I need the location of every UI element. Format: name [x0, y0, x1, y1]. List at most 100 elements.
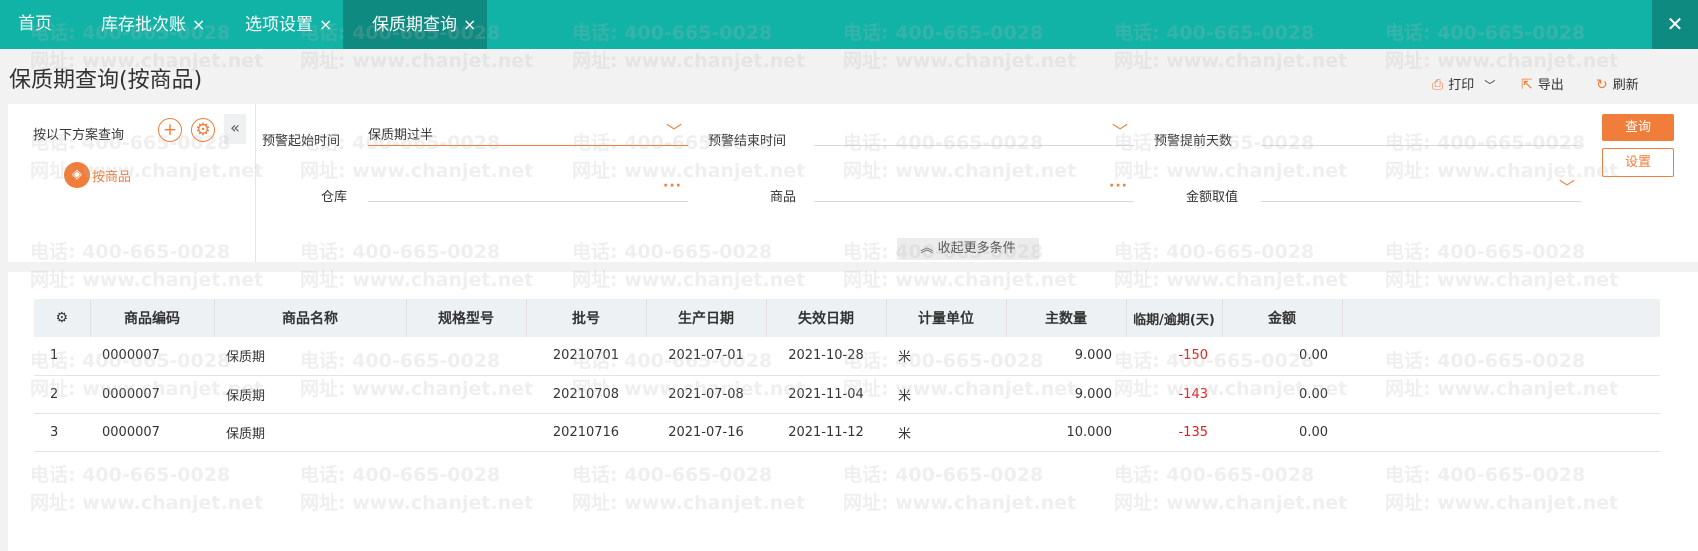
- watermark-site: 网址: www.chanjet.net: [1114, 50, 1348, 72]
- refresh-button[interactable]: ↻ 刷新: [1596, 74, 1639, 93]
- column-header[interactable]: 商品名称: [214, 299, 407, 337]
- cell-mfg-date: 2021-07-16: [646, 413, 766, 452]
- cell-batch: 20210708: [526, 375, 646, 414]
- cell-qty: 9.000: [1006, 375, 1126, 414]
- more-options-icon[interactable]: ···: [663, 178, 682, 194]
- result-table-area: ⚙ 商品编码 商品名称 规格型号 批号 生产日期 失效日期 计量单位 主数量 临…: [8, 272, 1698, 551]
- scheme-settings-icon[interactable]: ⚙: [191, 118, 215, 142]
- column-header[interactable]: 金额: [1222, 299, 1343, 337]
- column-settings-icon[interactable]: ⚙: [34, 299, 91, 337]
- alert-end-label: 预警结束时间: [708, 134, 787, 149]
- watermark-site: 网址: www.chanjet.net: [572, 50, 806, 72]
- cube-icon: ◈: [64, 162, 90, 188]
- cell-unit: 米: [886, 375, 1006, 414]
- cell-days: -150: [1126, 337, 1222, 376]
- tab-label: 首页: [18, 14, 52, 34]
- cell-name: 保质期: [214, 413, 406, 452]
- amount-select[interactable]: ﹀: [1261, 174, 1581, 202]
- chevron-down-icon[interactable]: ﹀: [1484, 79, 1495, 92]
- cell-amount: 0.00: [1222, 337, 1342, 376]
- alert-days-label: 预警提前天数: [1154, 134, 1233, 149]
- collapse-more-label: 收起更多条件: [937, 241, 1016, 256]
- chevron-down-icon: ﹀: [1558, 178, 1575, 197]
- alert-days-input[interactable]: [1261, 118, 1581, 146]
- amount-label: 金额取值: [1186, 190, 1239, 205]
- cell-code: 0000007: [90, 337, 214, 376]
- query-panel: 按以下方案查询 + ⚙ « ◈ 按商品 预警起始时间 保质期过半 ﹀ 预警结束时间…: [8, 104, 1698, 262]
- more-options-icon[interactable]: ···: [1109, 178, 1128, 194]
- scheme-item-label: 按商品: [92, 169, 132, 185]
- cell-code: 0000007: [90, 375, 214, 414]
- cell-empty: [1342, 337, 1660, 376]
- alert-start-select[interactable]: 保质期过半 ﹀: [368, 118, 688, 146]
- scheme-item-by-product[interactable]: ◈ 按商品: [64, 162, 131, 188]
- column-header[interactable]: 规格型号: [406, 299, 527, 337]
- cell-exp-date: 2021-10-28: [766, 337, 886, 376]
- cell-days: -135: [1126, 413, 1222, 452]
- cell-amount: 0.00: [1222, 413, 1342, 452]
- tab-home[interactable]: 首页: [18, 0, 52, 49]
- settings-button[interactable]: 设置: [1602, 148, 1674, 177]
- tab-label: 选项设置: [245, 15, 313, 35]
- column-header[interactable]: 计量单位: [886, 299, 1007, 337]
- cell-exp-date: 2021-11-04: [766, 375, 886, 414]
- printer-icon: ⎙: [1432, 77, 1444, 93]
- tab-bar: 首页 库存批次账 × 选项设置 × 保质期查询 × ✕: [0, 0, 1698, 49]
- column-header[interactable]: 临期/逾期(天): [1126, 299, 1223, 337]
- tab-option-settings[interactable]: 选项设置 ×: [245, 0, 332, 49]
- cell-mfg-date: 2021-07-08: [646, 375, 766, 414]
- refresh-label: 刷新: [1612, 78, 1639, 93]
- tab-label: 保质期查询: [372, 15, 457, 35]
- column-header[interactable]: 批号: [526, 299, 647, 337]
- watermark-site: 网址: www.chanjet.net: [300, 50, 534, 72]
- alert-start-label: 预警起始时间: [262, 134, 341, 149]
- column-header[interactable]: 失效日期: [766, 299, 887, 337]
- warehouse-field[interactable]: ···: [368, 174, 688, 202]
- table-row[interactable]: 2 0000007 保质期 20210708 2021-07-08 2021-1…: [34, 375, 1660, 414]
- window-close-icon[interactable]: ✕: [1652, 0, 1698, 49]
- tab-close-icon[interactable]: ×: [319, 15, 332, 34]
- row-index: 3: [34, 413, 90, 452]
- tab-inventory-batch-ledger[interactable]: 库存批次账 ×: [101, 0, 205, 49]
- tab-close-icon[interactable]: ×: [463, 15, 476, 34]
- result-table: ⚙ 商品编码 商品名称 规格型号 批号 生产日期 失效日期 计量单位 主数量 临…: [34, 299, 1660, 452]
- print-label: 打印: [1448, 78, 1475, 93]
- cell-qty: 10.000: [1006, 413, 1126, 452]
- add-scheme-icon[interactable]: +: [158, 118, 182, 142]
- panel-divider: [255, 104, 256, 262]
- column-header[interactable]: 商品编码: [90, 299, 215, 337]
- column-header[interactable]: 主数量: [1006, 299, 1127, 337]
- scheme-title: 按以下方案查询: [33, 128, 125, 143]
- cell-code: 0000007: [90, 413, 214, 452]
- column-header[interactable]: 生产日期: [646, 299, 767, 337]
- product-label: 商品: [770, 190, 797, 205]
- cell-unit: 米: [886, 337, 1006, 376]
- collapse-sidebar-icon[interactable]: «: [224, 114, 246, 144]
- export-button[interactable]: ⇱ 导出: [1521, 74, 1564, 93]
- watermark-site: 网址: www.chanjet.net: [1385, 50, 1619, 72]
- cell-exp-date: 2021-11-12: [766, 413, 886, 452]
- tab-close-icon[interactable]: ×: [192, 15, 205, 34]
- cell-spec: [406, 337, 526, 376]
- table-row[interactable]: 3 0000007 保质期 20210716 2021-07-16 2021-1…: [34, 413, 1660, 452]
- table-row[interactable]: 1 0000007 保质期 20210701 2021-07-01 2021-1…: [34, 337, 1660, 376]
- warehouse-label: 仓库: [321, 190, 348, 205]
- cell-batch: 20210716: [526, 413, 646, 452]
- print-button[interactable]: ⎙ 打印 ﹀: [1432, 74, 1495, 93]
- cell-spec: [406, 375, 526, 414]
- export-icon: ⇱: [1521, 77, 1533, 93]
- tab-shelf-life-query[interactable]: 保质期查询 ×: [343, 0, 487, 49]
- cell-unit: 米: [886, 413, 1006, 452]
- cell-name: 保质期: [214, 375, 406, 414]
- cell-batch: 20210701: [526, 337, 646, 376]
- query-button[interactable]: 查询: [1602, 114, 1674, 141]
- cell-spec: [406, 413, 526, 452]
- product-field[interactable]: ···: [814, 174, 1134, 202]
- alert-start-value: 保质期过半: [368, 128, 434, 143]
- cell-empty: [1342, 413, 1660, 452]
- cell-qty: 9.000: [1006, 337, 1126, 376]
- page-title: 保质期查询(按商品): [9, 68, 203, 93]
- collapse-more-conditions-button[interactable]: ︽ 收起更多条件: [897, 238, 1039, 260]
- alert-end-select[interactable]: ﹀: [814, 118, 1134, 146]
- cell-name: 保质期: [214, 337, 406, 376]
